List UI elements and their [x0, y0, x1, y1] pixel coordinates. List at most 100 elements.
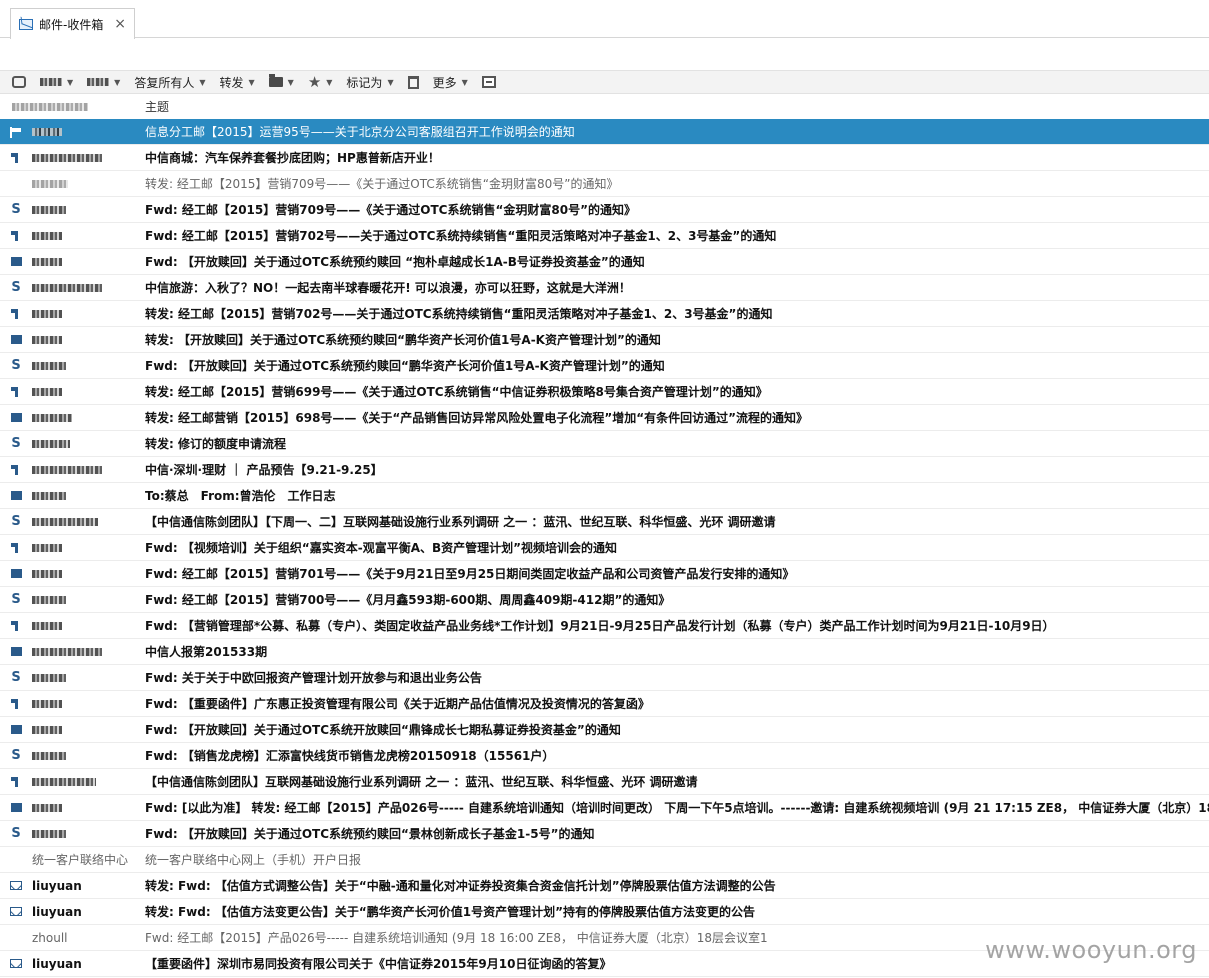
refresh-icon[interactable]: [12, 76, 26, 88]
message-row[interactable]: Fwd: 【开放赎回】关于通过OTC系统开放赎回“鼎锋成长七期私募证券投资基金”…: [0, 717, 1209, 743]
chevron-down-icon: ▼: [287, 77, 294, 87]
message-row[interactable]: S Fwd: 【开放赎回】关于通过OTC系统预约赎回“鹏华资产长河价值1号A-K资…: [0, 353, 1209, 379]
move-folder-button[interactable]: ▼: [268, 72, 294, 92]
message-sender: liuyuan: [32, 956, 82, 971]
message-status-icon: [0, 698, 32, 709]
message-status-icon: [0, 959, 32, 968]
message-subject: 转发: 经工邮【2015】营销702号——关于通过OTC系统持续销售“重阳灵活策…: [145, 307, 773, 321]
message-sender: zhoull: [32, 930, 68, 945]
forward-button[interactable]: 转发 ▼: [219, 72, 254, 92]
blurred-text: [32, 725, 62, 734]
message-subject: 【中信通信陈剑团队】互联网基础设施行业系列调研 之一 ：蓝汛、世纪互联、科华恒盛…: [145, 775, 698, 789]
message-status-icon: [0, 542, 32, 553]
unread-icon: [10, 725, 22, 734]
message-row[interactable]: S Fwd: 【销售龙虎榜】汇添富快线货币销售龙虎榜20150918（15561户…: [0, 743, 1209, 769]
message-status-icon: [0, 308, 32, 319]
message-row[interactable]: S Fwd: 经工邮【2015】营销700号——《月月鑫593期-600期、周周鑫…: [0, 587, 1209, 613]
message-row[interactable]: S 转发: 修订的额度申请流程: [0, 431, 1209, 457]
envelope-icon: [10, 907, 22, 916]
message-subject: Fwd: [以此为准】 转发: 经工邮【2015】产品026号----- 自建系…: [145, 801, 1209, 815]
unread-icon: [10, 491, 22, 500]
message-sender: [32, 645, 134, 659]
blurred-text: [32, 673, 66, 682]
message-sender: [32, 125, 134, 139]
message-subject: 中信·深圳·理财 ｜ 产品预告【9.21-9.25】: [145, 463, 383, 477]
toolbar: ▼ ▼ 答复所有人 ▼ 转发 ▼ ▼ ★ ▼ 标记为 ▼ 更多 ▼: [0, 70, 1209, 94]
forward-label: 转发: [219, 75, 244, 90]
delete-button[interactable]: [407, 72, 419, 92]
close-icon[interactable]: ×: [114, 16, 126, 32]
message-row[interactable]: 中信人报第201533期: [0, 639, 1209, 665]
message-row[interactable]: 转发: 经工邮【2015】营销709号——《关于通过OTC系统销售“金玥财富80…: [0, 171, 1209, 197]
message-subject: 转发: Fwd: 【估值方法变更公告】关于“鹏华资产长河价值1号资产管理计划”持…: [145, 905, 755, 919]
subject-column-header[interactable]: 主题: [134, 98, 169, 115]
reply-icon: [10, 620, 22, 631]
folder-icon: [268, 74, 283, 87]
message-row[interactable]: Fwd: 经工邮【2015】营销702号——关于通过OTC系统持续销售“重阳灵活…: [0, 223, 1209, 249]
message-row[interactable]: Fwd: 【营销管理部*公募、私募（专户）、类固定收益产品业务线*工作计划】9月…: [0, 613, 1209, 639]
message-row[interactable]: S 【中信通信陈剑团队】【下周一、二】互联网基础设施行业系列调研 之一 ：蓝汛、世…: [0, 509, 1209, 535]
chevron-down-icon: ▼: [387, 77, 394, 87]
message-row[interactable]: To:蔡总 From:曾浩伦 工作日志: [0, 483, 1209, 509]
print-icon: [481, 76, 496, 88]
message-row[interactable]: Fwd: 【重要函件】广东惠正投资管理有限公司《关于近期产品估值情况及投资情况的…: [0, 691, 1209, 717]
message-row[interactable]: 转发: 【开放赎回】关于通过OTC系统预约赎回“鹏华资产长河价值1号A-K资产管…: [0, 327, 1209, 353]
message-status-icon: S: [0, 748, 32, 763]
reply-icon: [10, 308, 22, 319]
more-button[interactable]: 更多 ▼: [433, 72, 468, 92]
message-row[interactable]: S Fwd: 经工邮【2015】营销709号——《关于通过OTC系统销售“金玥财富…: [0, 197, 1209, 223]
message-row[interactable]: 统一客户联络中心 统一客户联络中心网上（手机）开户日报: [0, 847, 1209, 873]
blurred-text: [32, 309, 62, 318]
s-icon: S: [11, 748, 21, 763]
message-subject: Fwd: 经工邮【2015】营销701号——《关于9月21日至9月25日期间类固…: [145, 567, 795, 581]
message-row[interactable]: 转发: 经工邮【2015】营销699号——《关于通过OTC系统销售“中信证券积极…: [0, 379, 1209, 405]
blurred-text: [32, 621, 62, 630]
blurred-button-1[interactable]: ▼: [40, 72, 73, 92]
sender-column-header[interactable]: [0, 102, 134, 111]
blurred-text: [32, 335, 62, 344]
tab-inbox[interactable]: 邮件-收件箱 ×: [10, 8, 135, 39]
blurred-text: [32, 153, 102, 162]
message-row[interactable]: S Fwd: 【开放赎回】关于通过OTC系统预约赎回“景林创新成长子基金1-5号”…: [0, 821, 1209, 847]
print-button[interactable]: [481, 72, 496, 92]
blurred-button-2[interactable]: ▼: [87, 72, 120, 92]
message-sender: [32, 255, 134, 269]
unread-icon: [10, 413, 22, 422]
message-status-icon: [0, 620, 32, 631]
message-sender: [32, 593, 134, 607]
message-row[interactable]: Fwd: 【开放赎回】关于通过OTC系统预约赎回 “抱朴卓越成长1A-B号证券投…: [0, 249, 1209, 275]
message-subject: To:蔡总 From:曾浩伦 工作日志: [145, 489, 336, 503]
message-subject: Fwd: 【视频培训】关于组织“嘉实资本-观富平衡A、B资产管理计划”视频培训会…: [145, 541, 618, 555]
message-status-icon: [0, 881, 32, 890]
message-row[interactable]: Fwd: [以此为准】 转发: 经工邮【2015】产品026号----- 自建系…: [0, 795, 1209, 821]
mark-as-button[interactable]: 标记为 ▼: [346, 72, 393, 92]
s-icon: S: [11, 514, 21, 529]
message-row[interactable]: Fwd: 【视频培训】关于组织“嘉实资本-观富平衡A、B资产管理计划”视频培训会…: [0, 535, 1209, 561]
unread-icon: [10, 257, 22, 266]
message-row[interactable]: 信息分工邮【2015】运营95号——关于北京分公司客服组召开工作说明会的通知: [0, 119, 1209, 145]
blurred-text: [32, 205, 66, 214]
blurred-text: [32, 491, 66, 500]
message-row[interactable]: 【中信通信陈剑团队】互联网基础设施行业系列调研 之一 ：蓝汛、世纪互联、科华恒盛…: [0, 769, 1209, 795]
message-row[interactable]: 中信商城：汽车保养套餐抄底团购；HP惠普新店开业！: [0, 145, 1209, 171]
message-sender: [32, 619, 134, 633]
message-row[interactable]: liuyuan 转发: Fwd: 【估值方法变更公告】关于“鹏华资产长河价值1号资…: [0, 899, 1209, 925]
message-row[interactable]: S 中信旅游：入秋了？NO！一起去南半球春暖花开! 可以浪漫，亦可以狂野，这就是大…: [0, 275, 1209, 301]
message-sender: liuyuan: [32, 904, 82, 919]
message-subject: Fwd: 关于关于中欧回报资产管理计划开放参与和退出业务公告: [145, 671, 482, 685]
message-status-icon: [0, 335, 32, 344]
message-row[interactable]: 转发: 经工邮营销【2015】698号——《关于“产品销售回访异常风险处置电子化…: [0, 405, 1209, 431]
message-row[interactable]: S Fwd: 关于关于中欧回报资产管理计划开放参与和退出业务公告: [0, 665, 1209, 691]
message-row[interactable]: Fwd: 经工邮【2015】营销701号——《关于9月21日至9月25日期间类固…: [0, 561, 1209, 587]
star-button[interactable]: ★ ▼: [308, 72, 333, 92]
message-subject: 信息分工邮【2015】运营95号——关于北京分公司客服组召开工作说明会的通知: [145, 125, 575, 139]
reply-icon: [10, 230, 22, 241]
reply-all-button[interactable]: 答复所有人 ▼: [134, 72, 205, 92]
message-row[interactable]: liuyuan 转发: Fwd: 【估值方式调整公告】关于“中融-通和量化对冲证券…: [0, 873, 1209, 899]
blurred-text: [32, 647, 102, 656]
message-row[interactable]: 转发: 经工邮【2015】营销702号——关于通过OTC系统持续销售“重阳灵活策…: [0, 301, 1209, 327]
blurred-text: [32, 127, 62, 136]
message-subject: Fwd: 经工邮【2015】营销702号——关于通过OTC系统持续销售“重阳灵活…: [145, 229, 777, 243]
message-row[interactable]: 中信·深圳·理财 ｜ 产品预告【9.21-9.25】: [0, 457, 1209, 483]
message-subject: Fwd: 【销售龙虎榜】汇添富快线货币销售龙虎榜20150918（15561户）: [145, 749, 555, 763]
